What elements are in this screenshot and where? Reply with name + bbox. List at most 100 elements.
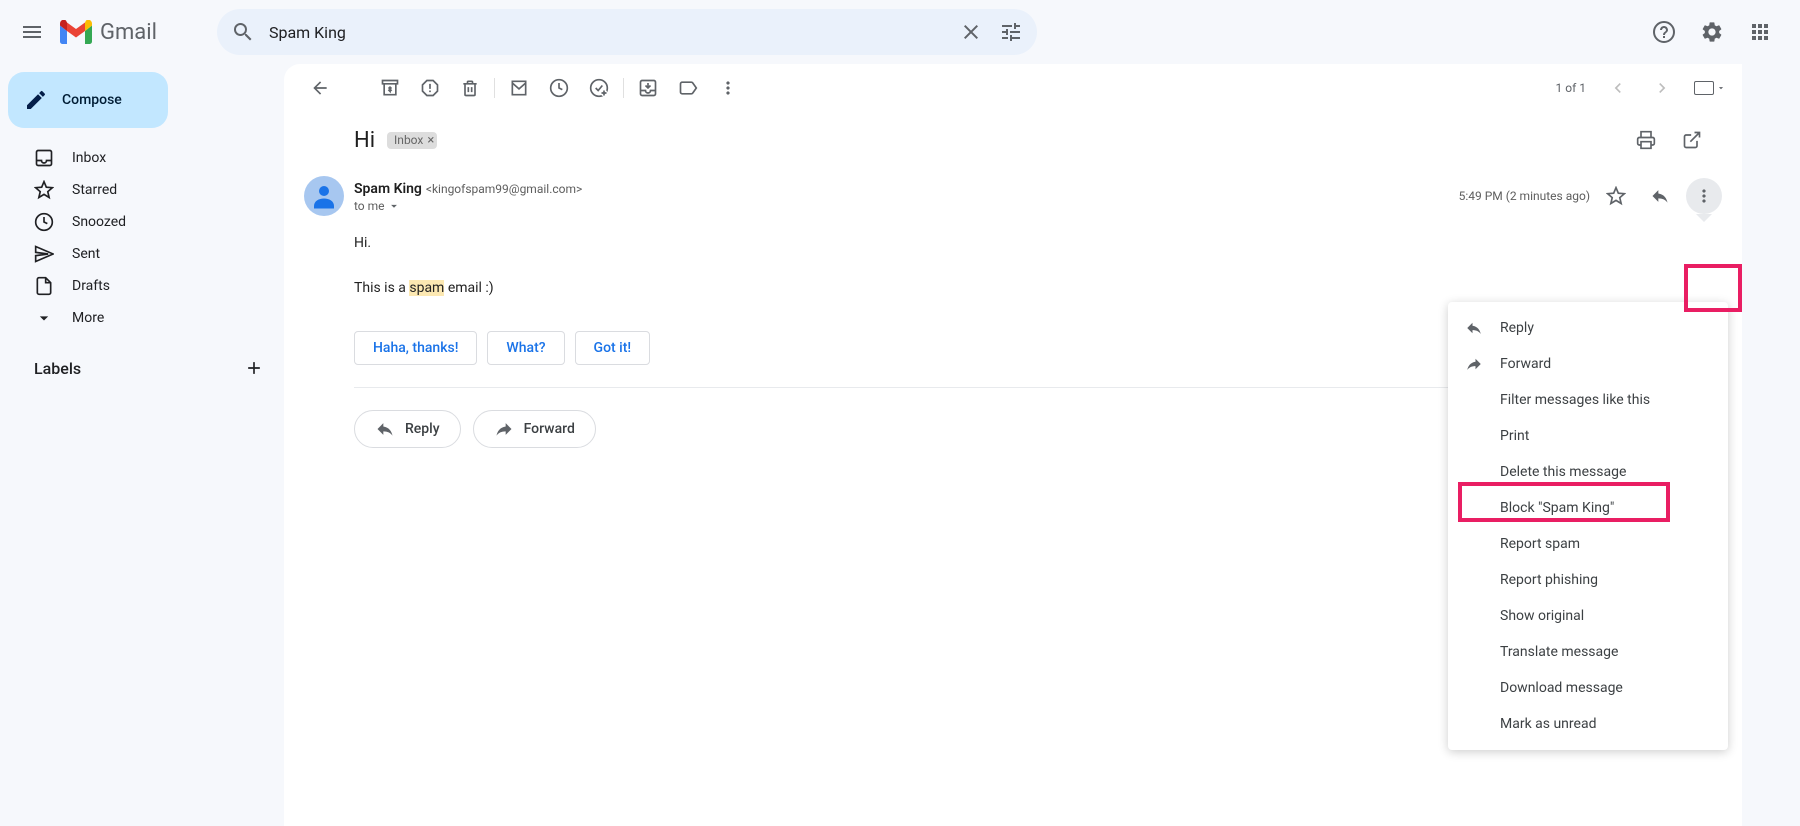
nav-label: Starred xyxy=(72,182,117,198)
clock-icon xyxy=(34,212,54,232)
more-vert-icon xyxy=(718,78,738,98)
reply-icon-button[interactable] xyxy=(1642,178,1678,214)
header-actions xyxy=(1644,12,1792,52)
toolbar: 1 of 1 xyxy=(284,64,1742,112)
next-page-button[interactable] xyxy=(1642,68,1682,108)
help-icon xyxy=(1652,20,1676,44)
menu-mark-unread[interactable]: Mark as unread xyxy=(1448,706,1728,742)
gmail-logo[interactable]: Gmail xyxy=(60,20,157,45)
add-to-tasks-button[interactable] xyxy=(579,68,619,108)
document-icon xyxy=(34,276,54,296)
open-in-new-icon xyxy=(1682,130,1702,150)
menu-translate[interactable]: Translate message xyxy=(1448,634,1728,670)
subject-actions xyxy=(1626,120,1722,160)
close-icon: × xyxy=(427,133,434,148)
delete-button[interactable] xyxy=(450,68,490,108)
sender-avatar[interactable] xyxy=(304,176,344,216)
sender-row: Spam King <kingofspam99@gmail.com> to me… xyxy=(354,178,1722,214)
menu-filter[interactable]: Filter messages like this xyxy=(1448,382,1728,418)
body: Compose Inbox Starred Snoozed Sent Draft… xyxy=(0,64,1800,826)
apps-grid-icon xyxy=(1748,20,1772,44)
nav-list: Inbox Starred Snoozed Sent Drafts More xyxy=(8,142,284,334)
input-tools-button[interactable] xyxy=(1694,81,1726,95)
snooze-button[interactable] xyxy=(539,68,579,108)
print-button[interactable] xyxy=(1626,120,1666,160)
menu-download[interactable]: Download message xyxy=(1448,670,1728,706)
menu-show-original[interactable]: Show original xyxy=(1448,598,1728,634)
nav-label: Inbox xyxy=(72,150,106,166)
body-line: Hi. xyxy=(354,232,1722,254)
star-outline-icon xyxy=(1606,186,1626,206)
menu-report-phishing[interactable]: Report phishing xyxy=(1448,562,1728,598)
apps-button[interactable] xyxy=(1740,12,1780,52)
clear-search-button[interactable] xyxy=(951,12,991,52)
star-button[interactable] xyxy=(1598,178,1634,214)
prev-page-button[interactable] xyxy=(1598,68,1638,108)
person-icon xyxy=(309,181,339,211)
clock-icon xyxy=(549,78,569,98)
smart-reply-button[interactable]: Haha, thanks! xyxy=(354,331,477,365)
reply-icon xyxy=(1465,319,1483,337)
nav-inbox[interactable]: Inbox xyxy=(8,142,284,174)
back-button[interactable] xyxy=(300,68,340,108)
reply-icon xyxy=(375,419,395,439)
inbox-chip[interactable]: Inbox× xyxy=(387,132,437,149)
email-timestamp: 5:49 PM (2 minutes ago) xyxy=(1459,189,1590,203)
chevron-right-icon xyxy=(1652,78,1672,98)
move-to-button[interactable] xyxy=(628,68,668,108)
add-label-button[interactable] xyxy=(240,354,268,382)
report-spam-button[interactable] xyxy=(410,68,450,108)
nav-more[interactable]: More xyxy=(8,302,284,334)
more-toolbar-button[interactable] xyxy=(708,68,748,108)
main-menu-button[interactable] xyxy=(8,8,56,56)
labels-button[interactable] xyxy=(668,68,708,108)
labels-header: Labels xyxy=(8,350,284,386)
search-bar xyxy=(217,9,1037,55)
search-input[interactable] xyxy=(263,23,951,42)
support-button[interactable] xyxy=(1644,12,1684,52)
highlighted-text: spam xyxy=(409,280,444,296)
nav-drafts[interactable]: Drafts xyxy=(8,270,284,302)
forward-button[interactable]: Forward xyxy=(473,410,596,448)
body-line: This is a spam email :) xyxy=(354,277,1722,299)
mark-unread-button[interactable] xyxy=(499,68,539,108)
settings-button[interactable] xyxy=(1692,12,1732,52)
menu-forward[interactable]: Forward xyxy=(1448,346,1728,382)
subject-row: Hi Inbox× xyxy=(354,120,1722,160)
search-button[interactable] xyxy=(223,12,263,52)
menu-reply[interactable]: Reply xyxy=(1448,310,1728,346)
menu-print[interactable]: Print xyxy=(1448,418,1728,454)
chevron-left-icon xyxy=(1608,78,1628,98)
smart-reply-button[interactable]: What? xyxy=(487,331,564,365)
search-options-button[interactable] xyxy=(991,12,1031,52)
separator xyxy=(494,78,495,98)
reply-button[interactable]: Reply xyxy=(354,410,461,448)
add-task-icon xyxy=(589,78,609,98)
chevron-down-icon xyxy=(34,308,54,328)
menu-delete[interactable]: Delete this message xyxy=(1448,454,1728,490)
recipient-toggle[interactable]: to me xyxy=(354,199,1459,213)
nav-starred[interactable]: Starred xyxy=(8,174,284,206)
menu-report-spam[interactable]: Report spam xyxy=(1448,526,1728,562)
nav-sent[interactable]: Sent xyxy=(8,238,284,270)
menu-block-sender[interactable]: Block "Spam King" xyxy=(1448,490,1728,526)
main-content: 1 of 1 Hi Inbox× xyxy=(284,64,1742,826)
tune-icon xyxy=(999,20,1023,44)
more-options-button[interactable] xyxy=(1686,178,1722,214)
reply-icon xyxy=(1650,186,1670,206)
compose-button[interactable]: Compose xyxy=(8,72,168,128)
move-to-inbox-icon xyxy=(638,78,658,98)
sender-meta: 5:49 PM (2 minutes ago) xyxy=(1459,178,1722,214)
archive-icon xyxy=(380,78,400,98)
smart-reply-button[interactable]: Got it! xyxy=(575,331,651,365)
nav-snoozed[interactable]: Snoozed xyxy=(8,206,284,238)
forward-icon xyxy=(1465,355,1483,373)
archive-button[interactable] xyxy=(370,68,410,108)
print-icon xyxy=(1636,130,1656,150)
open-new-window-button[interactable] xyxy=(1672,120,1712,160)
sender-info: Spam King <kingofspam99@gmail.com> to me xyxy=(354,178,1459,213)
send-icon xyxy=(34,244,54,264)
search-icon xyxy=(231,20,255,44)
gear-icon xyxy=(1700,20,1724,44)
labels-title: Labels xyxy=(34,359,81,378)
